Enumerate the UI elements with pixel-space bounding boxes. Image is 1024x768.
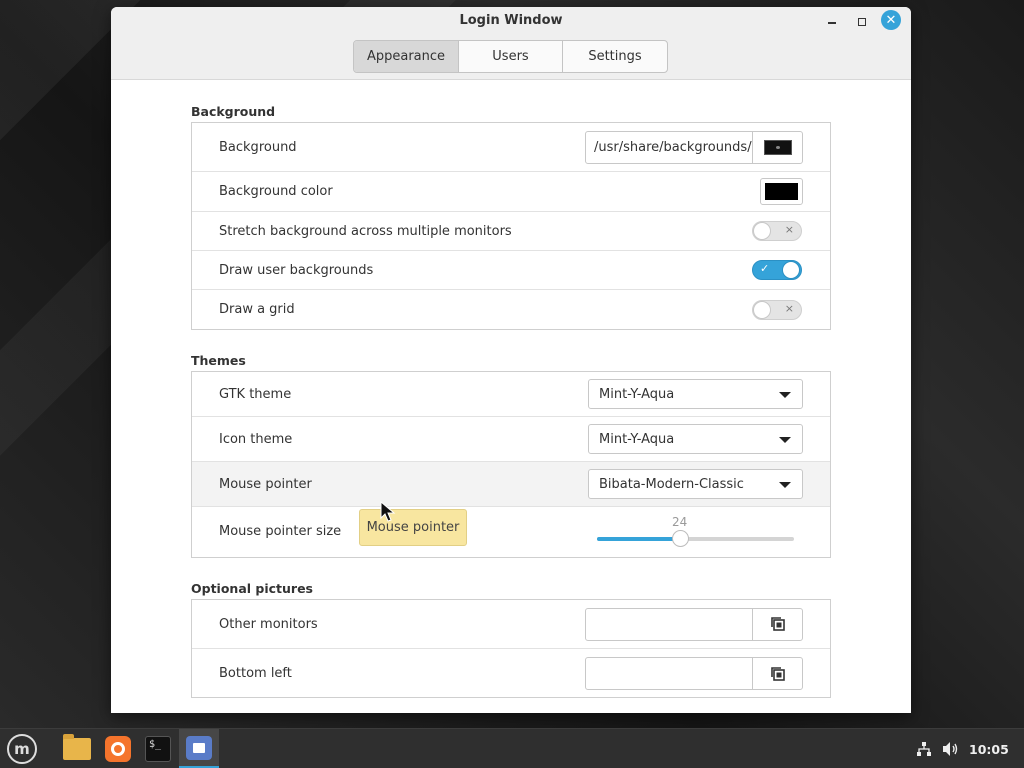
row-gtk-theme: GTK theme Mint-Y-Aqua xyxy=(192,372,830,417)
background-thumbnail xyxy=(763,139,792,155)
background-path[interactable]: /usr/share/backgrounds/ xyxy=(586,131,753,163)
terminal-launcher[interactable]: $_ xyxy=(140,729,176,768)
clock[interactable]: 10:05 xyxy=(969,729,1009,768)
draw-grid-label: Draw a grid xyxy=(219,302,295,317)
row-draw-grid: Draw a grid × xyxy=(192,290,830,329)
color-swatch xyxy=(765,183,798,200)
mouse-cursor-icon xyxy=(380,501,396,522)
minimize-button[interactable] xyxy=(821,11,843,33)
close-icon: ✕ xyxy=(885,12,897,28)
login-window: Login Window ✕ Appearance Users Settings… xyxy=(111,7,911,713)
switch-on-icon: ✓ xyxy=(760,262,770,275)
draw-grid-switch[interactable]: × xyxy=(752,299,802,320)
background-preview-button[interactable] xyxy=(753,132,802,163)
terminal-icon: $_ xyxy=(145,736,171,762)
background-color-label: Background color xyxy=(219,184,333,199)
background-group: Background /usr/share/backgrounds/ Backg… xyxy=(191,122,831,330)
row-background-color: Background color xyxy=(192,172,830,212)
other-monitors-chooser[interactable] xyxy=(585,607,803,641)
tab-bar: Appearance Users Settings xyxy=(353,40,668,73)
volume-tray-button[interactable] xyxy=(942,729,960,768)
tab-settings[interactable]: Settings xyxy=(563,41,667,72)
tooltip: Mouse pointer xyxy=(359,509,467,546)
title-bar: Login Window ✕ Appearance Users Settings xyxy=(111,7,911,80)
taskbar: m $_ 10:05 xyxy=(0,728,1024,768)
dropdown-arrow-icon xyxy=(779,482,791,488)
stretch-switch[interactable]: × xyxy=(752,221,802,241)
optional-pictures-group: Other monitors Bottom left xyxy=(191,599,831,698)
pointer-size-value: 24 xyxy=(672,515,688,529)
other-monitors-field[interactable] xyxy=(586,608,753,640)
close-button[interactable]: ✕ xyxy=(881,10,901,30)
login-window-icon xyxy=(186,735,212,760)
gtk-theme-dropdown[interactable]: Mint-Y-Aqua xyxy=(588,379,803,409)
tab-appearance[interactable]: Appearance xyxy=(354,41,459,72)
volume-icon xyxy=(943,742,958,756)
firefox-launcher[interactable] xyxy=(100,729,136,768)
draw-user-backgrounds-label: Draw user backgrounds xyxy=(219,262,374,278)
other-monitors-browse-button[interactable] xyxy=(753,609,802,640)
row-other-monitors: Other monitors xyxy=(192,600,830,649)
dropdown-arrow-icon xyxy=(779,392,791,398)
bottom-left-label: Bottom left xyxy=(219,666,292,681)
icon-theme-dropdown[interactable]: Mint-Y-Aqua xyxy=(588,424,803,454)
pointer-size-slider[interactable] xyxy=(597,530,794,547)
background-color-button[interactable] xyxy=(760,178,803,205)
gtk-theme-label: GTK theme xyxy=(219,386,292,402)
maximize-button[interactable] xyxy=(851,11,873,33)
bottom-left-browse-button[interactable] xyxy=(753,658,802,689)
row-draw-user-backgrounds: Draw user backgrounds ✓ xyxy=(192,251,830,290)
other-monitors-label: Other monitors xyxy=(219,616,318,632)
minimize-icon xyxy=(828,22,836,24)
row-mouse-pointer: Mouse pointer Bibata-Modern-Classic xyxy=(192,462,830,507)
bottom-left-chooser[interactable] xyxy=(585,657,803,690)
row-icon-theme: Icon theme Mint-Y-Aqua xyxy=(192,417,830,462)
mouse-pointer-label: Mouse pointer xyxy=(219,476,312,492)
mouse-pointer-size-label: Mouse pointer size xyxy=(219,524,342,539)
switch-off-icon: × xyxy=(784,223,794,236)
window-title: Login Window xyxy=(459,13,563,28)
section-title-optional-pictures: Optional pictures xyxy=(191,581,313,596)
firefox-icon xyxy=(105,736,131,762)
copy-icon xyxy=(770,617,785,631)
network-icon xyxy=(917,742,931,756)
login-window-taskbar-button[interactable] xyxy=(179,729,219,768)
mint-menu-icon: m xyxy=(7,734,37,764)
maximize-icon xyxy=(858,18,866,26)
stretch-label: Stretch background across multiple monit… xyxy=(219,223,512,239)
row-background: Background /usr/share/backgrounds/ xyxy=(192,123,830,172)
row-bottom-left: Bottom left xyxy=(192,649,830,698)
bottom-left-field[interactable] xyxy=(586,658,753,689)
background-label: Background xyxy=(219,139,297,155)
background-file-chooser[interactable]: /usr/share/backgrounds/ xyxy=(585,130,803,164)
copy-icon xyxy=(770,666,785,681)
icon-theme-label: Icon theme xyxy=(219,431,293,447)
tab-users[interactable]: Users xyxy=(459,41,563,72)
switch-off-icon: × xyxy=(784,301,794,315)
mouse-pointer-dropdown[interactable]: Bibata-Modern-Classic xyxy=(588,469,803,499)
themes-group: GTK theme Mint-Y-Aqua Icon theme Mint-Y-… xyxy=(191,371,831,558)
slider-handle[interactable] xyxy=(671,530,689,547)
section-title-background: Background xyxy=(191,104,276,119)
slider-fill xyxy=(597,537,680,541)
row-mouse-pointer-size: Mouse pointer size 24 xyxy=(192,507,830,557)
menu-button[interactable]: m xyxy=(4,729,40,768)
row-stretch: Stretch background across multiple monit… xyxy=(192,212,830,251)
draw-user-backgrounds-switch[interactable]: ✓ xyxy=(752,260,802,280)
files-icon xyxy=(63,734,91,760)
network-tray-button[interactable] xyxy=(916,729,932,768)
section-title-themes: Themes xyxy=(191,353,246,368)
dropdown-arrow-icon xyxy=(779,437,791,443)
files-launcher[interactable] xyxy=(58,729,96,768)
